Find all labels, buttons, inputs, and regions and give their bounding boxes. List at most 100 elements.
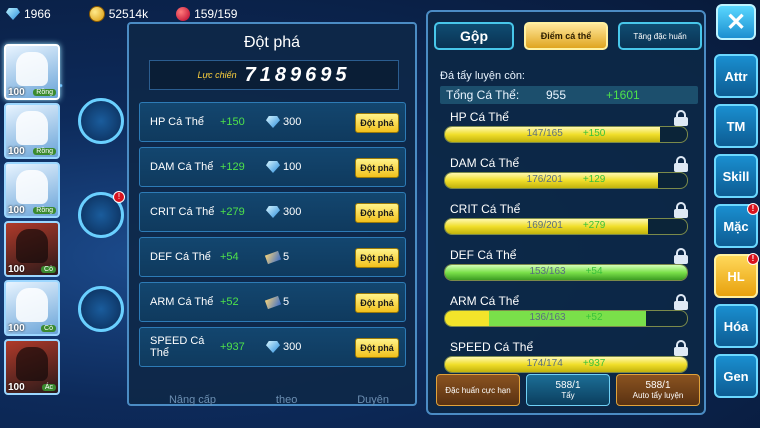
stat-value: 136/163 <box>529 312 566 323</box>
bar-text: 147/165 +150 <box>445 128 687 139</box>
breakthrough-button[interactable]: Đột phá <box>355 248 399 268</box>
item-orb[interactable] <box>78 98 124 144</box>
lock-icon[interactable] <box>674 340 688 356</box>
stat-name: ARM Cá Thể <box>150 296 214 308</box>
pet-slot-2[interactable]: 100 Rồng <box>4 103 60 159</box>
cost-value: 300 <box>283 206 302 218</box>
progress-bar: 153/163 +54 <box>444 264 688 281</box>
refine-button[interactable]: 588/1 Tẩy <box>526 374 610 406</box>
pet-type-tag: Ác <box>41 384 56 391</box>
alert-badge: ! <box>747 253 759 265</box>
pet-level: 100 <box>8 323 25 334</box>
diamond-icon <box>266 116 280 128</box>
combat-power: Lực chiến 7189695 <box>149 60 399 90</box>
tab-special-training[interactable]: Tăng đặc huấn <box>618 22 702 50</box>
breakthrough-button[interactable]: Đột phá <box>355 203 399 223</box>
breakthrough-button[interactable]: Đột phá <box>355 338 399 358</box>
pet-type-tag: Rồng <box>33 207 56 214</box>
stat-increase: +279 <box>582 220 606 231</box>
breakthrough-button[interactable]: Đột phá <box>355 293 399 313</box>
cost-value: 300 <box>283 116 302 128</box>
cost-value: 5 <box>283 296 290 308</box>
pet-slot-3[interactable]: 100 Rồng <box>4 162 60 218</box>
stat-increase: +279 <box>220 206 245 218</box>
alert-badge: ! <box>113 191 125 203</box>
sidebar-item-tm[interactable]: TM <box>714 104 758 148</box>
list-item: ARM Cá Thể +52 5 Đột phá <box>139 282 406 322</box>
close-button[interactable]: ✕ <box>716 4 756 40</box>
lock-icon[interactable] <box>674 248 688 264</box>
progress-bar: 169/201 +279 <box>444 218 688 235</box>
pet-level: 100 <box>8 146 25 157</box>
pet-slot-6[interactable]: 100 Ác <box>4 339 60 395</box>
sidebar-item-skill[interactable]: Skill <box>714 154 758 198</box>
pet-slot-5[interactable]: 100 Cỏ <box>4 280 60 336</box>
power-label: Lực chiến <box>197 70 237 80</box>
list-item: CRIT Cá Thể +279 300 Đột phá <box>139 192 406 232</box>
diamond-counter: 1966 <box>6 7 51 21</box>
stat-value: 174/174 <box>526 358 563 369</box>
extreme-training-button[interactable]: Đặc huấn cực hạn <box>436 374 520 406</box>
total-value: 955 <box>546 88 567 102</box>
sidebar-item-hl[interactable]: HL! <box>714 253 759 298</box>
bag-orb[interactable]: ! <box>78 191 125 238</box>
tab-upgrade[interactable]: Nâng cấp <box>169 394 216 406</box>
lock-icon[interactable] <box>674 110 688 126</box>
bar-text: 136/163 +52 <box>445 312 687 323</box>
tab-bond[interactable]: Duyên <box>357 394 389 406</box>
tab-individual-points[interactable]: Điểm cá thể <box>524 22 608 50</box>
sidebar-item-gen[interactable]: Gen <box>714 354 758 398</box>
coin-icon <box>88 6 105 22</box>
stat-name: DAM Cá Thể <box>450 156 520 170</box>
action-count: 588/1 <box>555 380 581 391</box>
pet-slot-1[interactable]: 100 Rồng <box>4 44 60 100</box>
breakthrough-button[interactable]: Đột phá <box>355 113 399 133</box>
progress-bar: 136/163 +52 <box>444 310 688 327</box>
breakthrough-button[interactable]: Đột phá <box>355 158 399 178</box>
pet-type-tag: Rồng <box>33 89 56 96</box>
sidebar-item-label: Mặc <box>723 218 749 234</box>
ball-orb[interactable] <box>78 286 124 332</box>
stat-row: CRIT Cá Thể 169/201 +279 <box>440 200 698 246</box>
sidebar-item-mac[interactable]: Mặc! <box>714 203 759 248</box>
gold-value: 52514k <box>108 7 149 21</box>
sidebar-item-hoa[interactable]: Hóa <box>714 304 758 348</box>
stamina-counter: 159/159 <box>176 7 237 21</box>
stat-increase: +937 <box>582 358 606 369</box>
bar-text: 153/163 +54 <box>445 266 687 277</box>
tab-merge[interactable]: Gộp <box>434 22 514 50</box>
auto-refine-button[interactable]: 588/1 Auto tẩy luyện <box>616 374 700 406</box>
refine-stones-label: Đá tẩy luyện còn: <box>440 70 525 82</box>
stat-name: ARM Cá Thể <box>450 294 520 308</box>
lock-icon[interactable] <box>674 202 688 218</box>
pet-level: 100 <box>8 87 25 98</box>
pet-portrait <box>16 229 48 263</box>
stat-increase: +150 <box>582 128 606 139</box>
stat-value: 147/165 <box>526 128 563 139</box>
tab-follow[interactable]: theo <box>276 394 297 406</box>
cost-value: 300 <box>283 341 302 353</box>
breakthrough-list: HP Cá Thể +150 300 Đột phá DAM Cá Thể +129 10… <box>139 102 406 372</box>
cost-value: 5 <box>283 251 290 263</box>
bar-text: 176/201 +129 <box>445 174 687 185</box>
stat-increase: +129 <box>220 161 245 173</box>
individual-stats-panel: Gộp Điểm cá thể Tăng đặc huấn Đá tẩy luy… <box>426 10 706 415</box>
stat-row: DEF Cá Thể 153/163 +54 <box>440 246 698 292</box>
stat-increase: +52 <box>220 296 239 308</box>
action-label: Tẩy <box>561 391 575 400</box>
stat-name: CRIT Cá Thể <box>150 206 215 218</box>
stat-value: 176/201 <box>526 174 563 185</box>
lock-icon[interactable] <box>674 156 688 172</box>
stat-increase: +54 <box>585 266 603 277</box>
list-item: SPEED Cá Thể +937 300 Đột phá <box>139 327 406 367</box>
lock-icon[interactable] <box>674 294 688 310</box>
sidebar-item-label: HL <box>727 268 745 284</box>
sidebar-item-attr[interactable]: Attr <box>714 54 758 98</box>
total-individual: Tổng Cá Thể: 955 +1601 <box>440 86 698 104</box>
action-count: 588/1 <box>645 380 671 391</box>
stat-row: ARM Cá Thể 136/163 +52 <box>440 292 698 338</box>
stat-row: HP Cá Thể 147/165 +150 <box>440 108 698 154</box>
feature-orbs: ! <box>78 98 125 380</box>
pet-portrait <box>16 52 48 86</box>
pet-slot-4[interactable]: 100 Cỏ <box>4 221 60 277</box>
